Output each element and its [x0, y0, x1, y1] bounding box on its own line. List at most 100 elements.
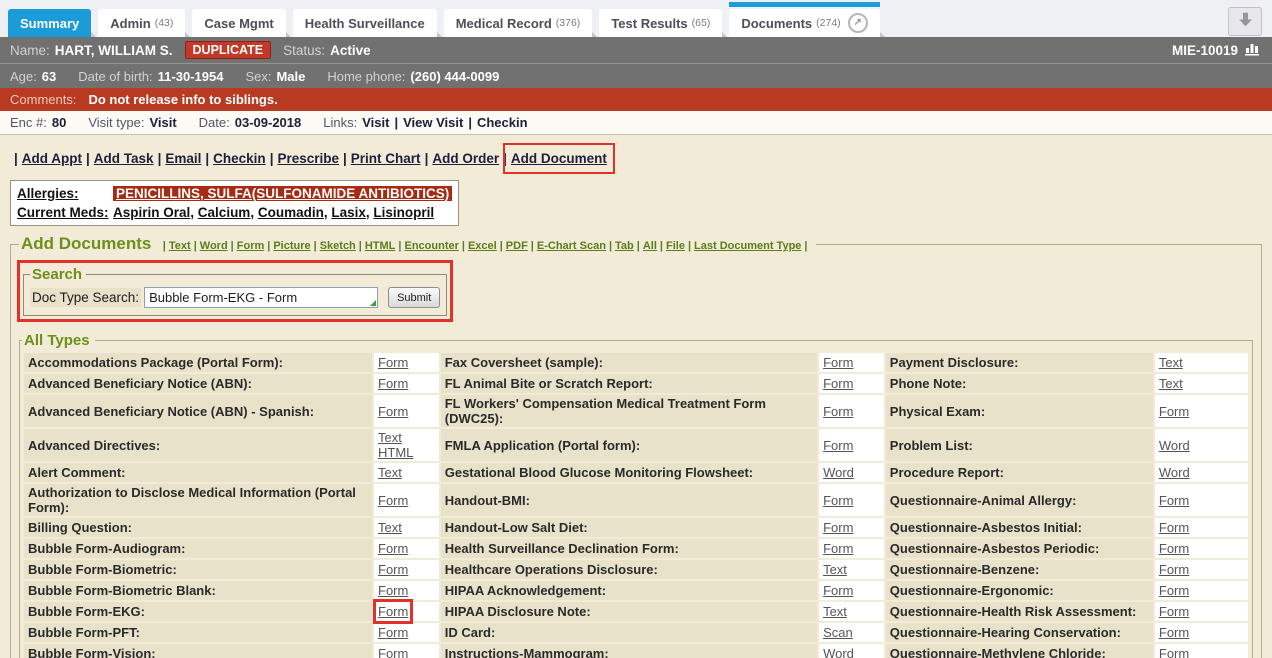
allergies-link[interactable]: Allergies:	[17, 186, 79, 201]
add-task-link[interactable]: Add Task	[94, 151, 154, 166]
tab-case-mgmt[interactable]: Case Mgmt	[192, 9, 285, 37]
doc-link-html[interactable]: HTML	[378, 445, 413, 460]
doc-link-form[interactable]: Form	[378, 604, 408, 619]
add-order-link[interactable]: Add Order	[432, 151, 499, 166]
bar-chart-icon[interactable]	[1245, 41, 1262, 59]
doc-link-form[interactable]: Form	[1159, 625, 1189, 640]
doc-link-form[interactable]: Form	[823, 438, 853, 453]
add-appt-link[interactable]: Add Appt	[22, 151, 82, 166]
doc-link-form[interactable]: Form	[1159, 604, 1189, 619]
med-link-calcium[interactable]: Calcium	[198, 205, 251, 220]
submit-button[interactable]: Submit	[388, 287, 440, 308]
doc-link-text[interactable]: Text	[823, 562, 847, 577]
tab-count: (274)	[816, 17, 841, 29]
prescribe-link[interactable]: Prescribe	[277, 151, 339, 166]
doc-type-label: FL Animal Bite or Scratch Report:	[441, 374, 817, 393]
current-meds-link[interactable]: Current Meds:	[17, 205, 109, 220]
med-link-aspirin-oral[interactable]: Aspirin Oral	[113, 205, 190, 220]
field-value: 80	[52, 115, 66, 130]
email-link[interactable]: Email	[165, 151, 201, 166]
doc-link-form[interactable]: Form	[823, 541, 853, 556]
doc-link-form[interactable]: Form	[1159, 562, 1189, 577]
doc-link-form[interactable]: Form	[378, 355, 408, 370]
doc-type-link-picture[interactable]: Picture	[273, 240, 310, 252]
doc-type-link-file[interactable]: File	[666, 240, 685, 252]
doc-link-scan[interactable]: Scan	[823, 625, 853, 640]
encounter-link-visit[interactable]: Visit	[362, 115, 389, 130]
doc-type-link-all[interactable]: All	[643, 240, 657, 252]
doc-link-text[interactable]: Text	[378, 430, 402, 445]
doc-link-text[interactable]: Text	[1159, 355, 1183, 370]
allergy-value-link[interactable]: PENICILLINS, SULFA(SULFONAMIDE ANTIBIOTI…	[113, 186, 452, 201]
tab-summary[interactable]: Summary	[8, 9, 91, 37]
doc-link-form[interactable]: Form	[823, 404, 853, 419]
doc-type-link-html[interactable]: HTML	[365, 240, 396, 252]
doc-link-word[interactable]: Word	[823, 646, 854, 658]
external-link-icon[interactable]: ↗	[848, 13, 868, 33]
tab-medical-record[interactable]: Medical Record(376)	[444, 9, 593, 37]
tab-admin[interactable]: Admin(43)	[98, 9, 185, 37]
encounter-link-view-visit[interactable]: View Visit	[403, 115, 463, 130]
collapse-header-button[interactable]	[1228, 7, 1262, 36]
doc-link-form[interactable]: Form	[823, 493, 853, 508]
doc-type-link-tab[interactable]: Tab	[615, 240, 634, 252]
doc-link-word[interactable]: Word	[1159, 438, 1190, 453]
doc-link-form[interactable]: Form	[1159, 541, 1189, 556]
doc-link-form[interactable]: Form	[1159, 583, 1189, 598]
doc-link-form[interactable]: Form	[378, 493, 408, 508]
doc-link-form[interactable]: Form	[378, 562, 408, 577]
print-chart-link[interactable]: Print Chart	[351, 151, 421, 166]
doc-link-text[interactable]: Text	[378, 520, 402, 535]
tab-health-surveillance[interactable]: Health Surveillance	[293, 9, 437, 37]
field-value: 11-30-1954	[158, 69, 224, 84]
doc-type-label: Health Surveillance Declination Form:	[441, 539, 817, 558]
med-link-lasix[interactable]: Lasix	[331, 205, 366, 220]
bar-field-links: Links:Visit|View Visit|Checkin	[323, 115, 527, 130]
doc-link-form[interactable]: Form	[378, 646, 408, 658]
doc-link-form[interactable]: Form	[1159, 493, 1189, 508]
med-link-coumadin[interactable]: Coumadin	[258, 205, 324, 220]
tab-test-results[interactable]: Test Results(65)	[599, 9, 722, 37]
doc-type-search-input[interactable]	[144, 287, 378, 308]
doc-link-form[interactable]: Form	[378, 625, 408, 640]
doc-type-link-e-chart-scan[interactable]: E-Chart Scan	[537, 240, 606, 252]
tab-documents[interactable]: Documents(274)↗	[729, 9, 879, 37]
doc-link-form[interactable]: Form	[823, 520, 853, 535]
add-document-link[interactable]: Add Document	[511, 151, 607, 166]
doc-type-link-pdf[interactable]: PDF	[506, 240, 528, 252]
doc-type-link-encounter[interactable]: Encounter	[404, 240, 458, 252]
doc-link-form[interactable]: Form	[1159, 520, 1189, 535]
separator: |	[609, 240, 612, 252]
doc-link-form[interactable]: Form	[823, 355, 853, 370]
doc-link-word[interactable]: Word	[823, 465, 854, 480]
doc-type-row: Bubble Form-PFT:FormID Card:ScanQuestion…	[24, 623, 1248, 642]
doc-link-form[interactable]: Form	[823, 376, 853, 391]
bar-field-date: Date:03-09-2018	[199, 115, 302, 130]
doc-link-text[interactable]: Text	[823, 604, 847, 619]
doc-link-form[interactable]: Form	[378, 376, 408, 391]
doc-link-text[interactable]: Text	[378, 465, 402, 480]
doc-type-label: Payment Disclosure:	[886, 353, 1153, 372]
doc-type-label: Healthcare Operations Disclosure:	[441, 560, 817, 579]
doc-type-link-text[interactable]: Text	[169, 240, 191, 252]
doc-type-link-cell: Text	[819, 560, 884, 579]
med-link-lisinopril[interactable]: Lisinopril	[373, 205, 434, 220]
page-content: |Add Appt|Add Task|Email|Checkin|Prescri…	[0, 135, 1272, 658]
doc-link-form[interactable]: Form	[823, 583, 853, 598]
doc-link-text[interactable]: Text	[1159, 376, 1183, 391]
doc-link-form[interactable]: Form	[1159, 646, 1189, 658]
checkin-link[interactable]: Checkin	[213, 151, 266, 166]
doc-type-label: Advanced Beneficiary Notice (ABN) - Span…	[24, 395, 372, 427]
doc-type-link-cell: Word	[819, 644, 884, 658]
doc-link-form[interactable]: Form	[378, 583, 408, 598]
doc-type-link-last-document-type[interactable]: Last Document Type	[694, 240, 801, 252]
doc-link-form[interactable]: Form	[378, 541, 408, 556]
doc-link-form[interactable]: Form	[378, 404, 408, 419]
encounter-link-checkin[interactable]: Checkin	[477, 115, 528, 130]
doc-type-link-word[interactable]: Word	[200, 240, 228, 252]
doc-link-form[interactable]: Form	[1159, 404, 1189, 419]
doc-type-link-form[interactable]: Form	[237, 240, 265, 252]
doc-link-word[interactable]: Word	[1159, 465, 1190, 480]
doc-type-link-excel[interactable]: Excel	[468, 240, 497, 252]
doc-type-link-sketch[interactable]: Sketch	[320, 240, 356, 252]
